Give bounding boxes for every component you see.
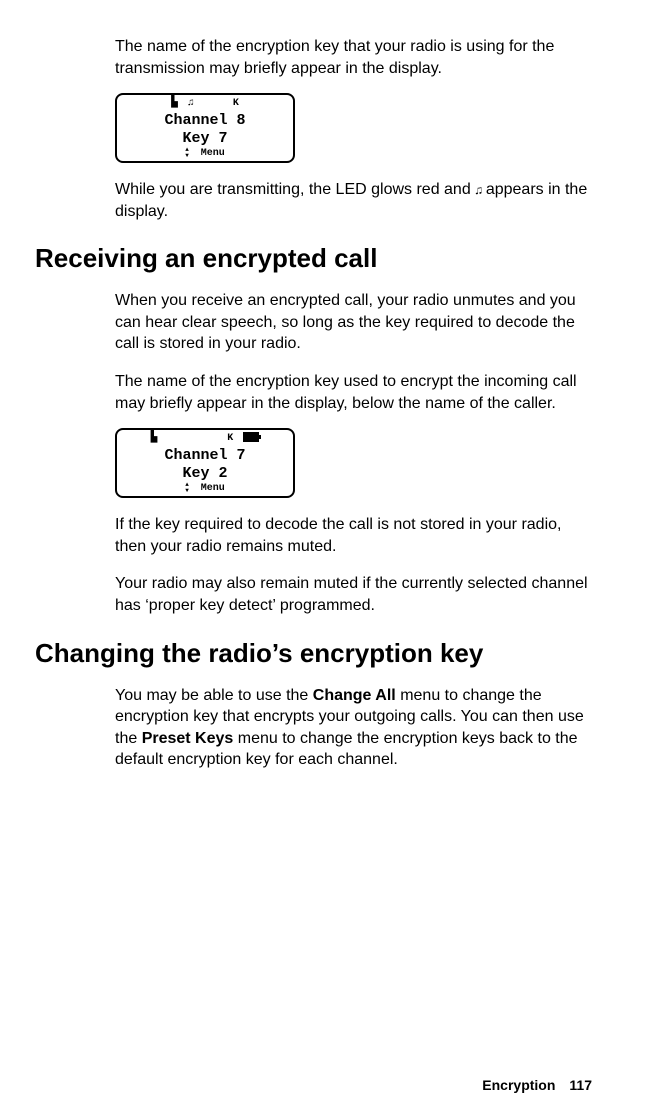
lcd-bottom-row: Menu [117,143,293,160]
heading-receiving: Receiving an encrypted call [35,244,592,274]
scroll-arrows-icon [185,147,189,159]
lcd-bottom-row: Menu [117,478,293,495]
paragraph: The name of the encryption key that your… [115,36,592,79]
paragraph: While you are transmitting, the LED glow… [115,179,592,222]
lcd-icon-row: ▙ K [117,432,293,446]
battery-icon [243,432,259,442]
bold-text: Change All [313,687,396,704]
k-icon: K [233,97,239,111]
signal-icon: ▙ [171,97,178,111]
paragraph: You may be able to use the Change All me… [115,685,592,771]
radio-display-transmit: ▙ ♫ K Channel 8 Key 7 Menu [115,93,295,163]
scroll-arrows-icon [185,482,189,494]
transmit-icon: ♫ [188,97,193,111]
paragraph: The name of the encryption key used to e… [115,371,592,414]
signal-icon: ▙ [151,432,158,446]
paragraph: If the key required to decode the call i… [115,514,592,557]
lcd-menu-label: Menu [201,147,225,161]
page-footer: Encryption 117 [482,1076,592,1095]
paragraph: Your radio may also remain muted if the … [115,573,592,616]
footer-section-label: Encryption [482,1077,555,1093]
text: While you are transmitting, the LED glow… [115,181,475,198]
lcd-icon-row: ▙ ♫ K [117,97,293,111]
page: The name of the encryption key that your… [0,0,647,1115]
paragraph: When you receive an encrypted call, your… [115,290,592,355]
k-icon: K [227,432,233,446]
lcd-menu-label: Menu [201,482,225,496]
bold-text: Preset Keys [142,730,234,747]
heading-changing-key: Changing the radio’s encryption key [35,639,592,669]
radio-display-receive: ▙ K Channel 7 Key 2 Menu [115,428,295,498]
footer-page-number: 117 [569,1077,592,1093]
text: You may be able to use the [115,687,313,704]
